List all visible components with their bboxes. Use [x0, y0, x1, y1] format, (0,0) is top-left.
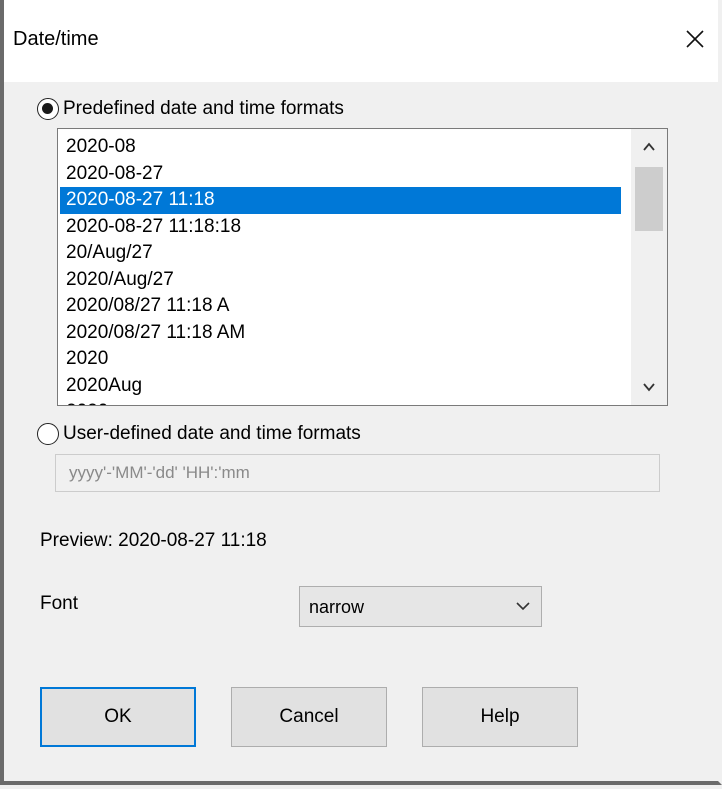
close-icon [686, 30, 704, 48]
list-item[interactable]: 2020/08/27 11:18 AM [60, 320, 621, 347]
predefined-formats-list[interactable]: 2020-08 2020-08-27 2020-08-27 11:18 2020-08… [57, 128, 668, 406]
date-time-dialog: Date/time Predefined date and time forma… [0, 0, 722, 785]
scroll-up-button[interactable] [631, 129, 667, 165]
list-items: 2020-08 2020-08-27 2020-08-27 11:18 2020-08… [60, 134, 621, 405]
chevron-down-icon [516, 602, 530, 611]
dialog-title: Date/time [13, 28, 99, 50]
chevron-down-icon [643, 383, 655, 392]
cancel-button[interactable]: Cancel [231, 687, 387, 747]
chevron-up-icon [643, 142, 655, 151]
font-select-value: narrow [309, 597, 365, 617]
help-button[interactable]: Help [422, 687, 578, 747]
ok-button[interactable]: OK [40, 687, 196, 747]
user-defined-formats-label: User-defined date and time formats [63, 423, 361, 444]
user-defined-formats-radio-row[interactable]: User-defined date and time formats [37, 423, 361, 445]
radio-selected-dot [42, 103, 53, 114]
list-item[interactable]: 2020/Aug/27 [60, 267, 621, 294]
list-item[interactable]: 2020-08 [60, 134, 621, 161]
title-bar: Date/time [4, 0, 718, 82]
list-item[interactable]: 20/Aug/27 [60, 240, 621, 267]
list-item[interactable]: 2020/08/27 11:18 A [60, 293, 621, 320]
list-item[interactable]: 2020-08-27 [60, 161, 621, 188]
predefined-formats-radio-row[interactable]: Predefined date and time formats [37, 98, 344, 120]
list-item[interactable]: 2020-08-27 11:18:18 [60, 214, 621, 241]
user-defined-format-field[interactable]: yyyy'-'MM'-'dd' 'HH':'mm [55, 454, 660, 492]
list-item-selected[interactable]: 2020-08-27 11:18 [60, 187, 621, 214]
predefined-formats-label: Predefined date and time formats [63, 98, 344, 119]
list-item[interactable]: 2020Aug [60, 373, 621, 400]
list-scrollbar[interactable] [631, 129, 667, 405]
font-label: Font [40, 593, 79, 614]
user-defined-formats-radio[interactable] [37, 423, 59, 445]
list-item[interactable]: 2020 [60, 346, 621, 373]
scroll-down-button[interactable] [631, 369, 667, 405]
preview-text: Preview: 2020-08-27 11:18 [40, 530, 267, 551]
predefined-formats-radio[interactable] [37, 98, 59, 120]
scroll-thumb[interactable] [635, 167, 663, 231]
list-item[interactable]: 2020 [60, 399, 621, 405]
close-button[interactable] [676, 20, 714, 58]
font-select[interactable]: narrow [299, 586, 542, 627]
